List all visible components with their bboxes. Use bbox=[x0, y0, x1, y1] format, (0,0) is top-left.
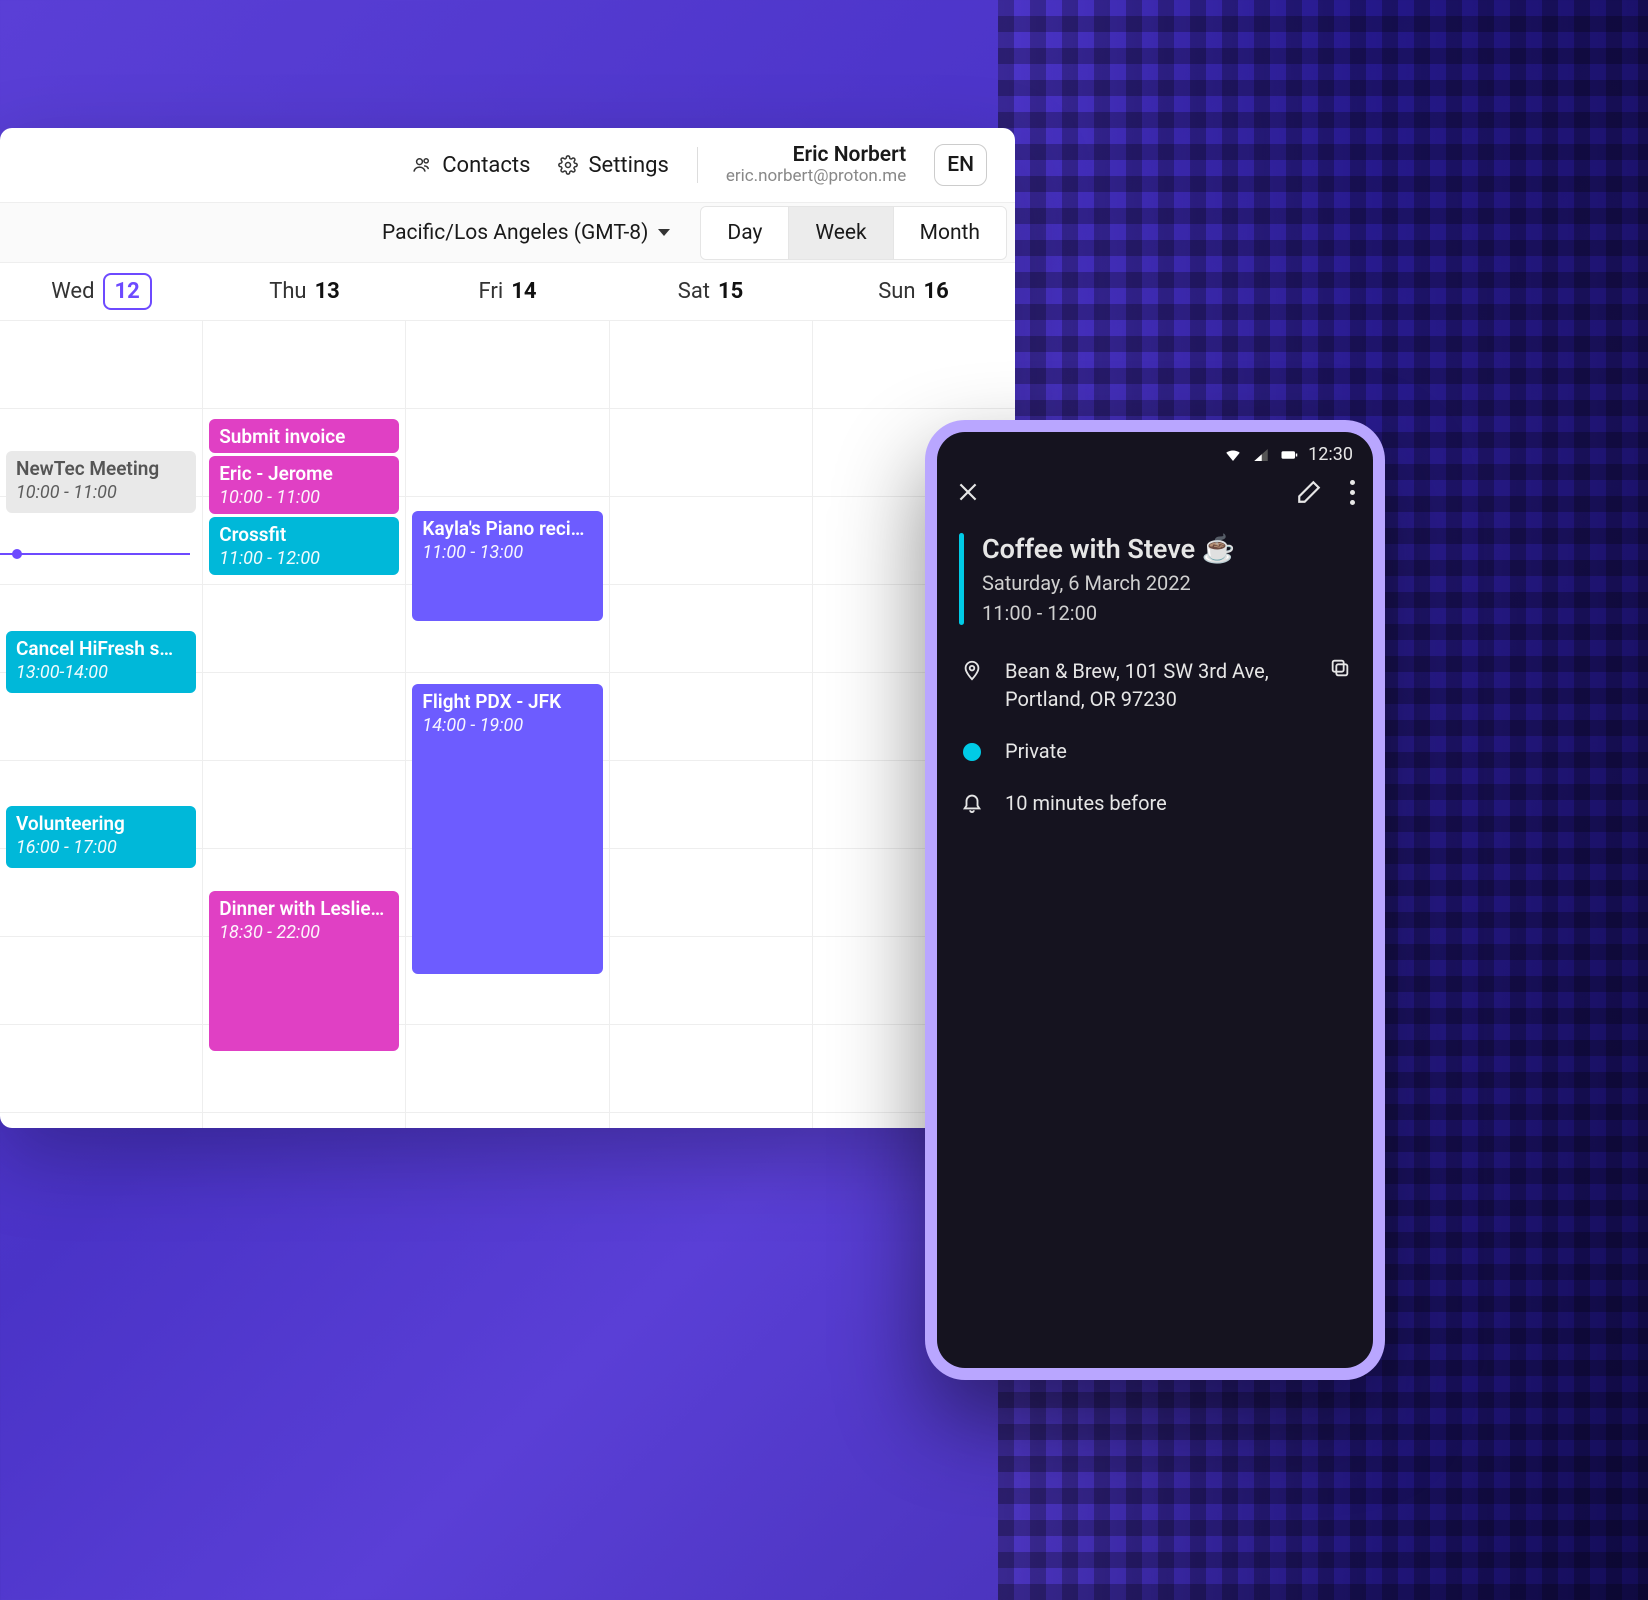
toolbar: Pacific/Los Angeles (GMT-8) Day Week Mon… bbox=[0, 203, 1015, 263]
visibility-dot-icon bbox=[963, 743, 981, 761]
wifi-icon bbox=[1224, 446, 1242, 464]
event-newtec[interactable]: NewTec Meeting 10:00 - 11:00 bbox=[6, 451, 196, 513]
calendar-grid[interactable]: NewTec Meeting 10:00 - 11:00 Cancel HiFr… bbox=[0, 321, 1015, 1128]
event-volunteering[interactable]: Volunteering 16:00 - 17:00 bbox=[6, 806, 196, 868]
event-dinner[interactable]: Dinner with Leslie… 18:30 - 22:00 bbox=[209, 891, 399, 1051]
view-week[interactable]: Week bbox=[788, 207, 892, 259]
user-name: Eric Norbert bbox=[726, 144, 906, 167]
timezone-label: Pacific/Los Angeles (GMT-8) bbox=[382, 221, 648, 245]
phone-status-bar: 12:30 bbox=[937, 432, 1373, 471]
status-time: 12:30 bbox=[1308, 444, 1353, 465]
contacts-icon bbox=[412, 155, 432, 175]
user-block[interactable]: Eric Norbert eric.norbert@proton.me bbox=[726, 144, 906, 186]
top-bar: Contacts Settings Eric Norbert eric.norb… bbox=[0, 128, 1015, 203]
phone-event-date: Saturday, 6 March 2022 bbox=[982, 571, 1236, 595]
close-icon[interactable] bbox=[955, 479, 981, 505]
day-header-sun[interactable]: Sun 16 bbox=[812, 279, 1015, 304]
event-flight[interactable]: Flight PDX - JFK 14:00 - 19:00 bbox=[412, 684, 602, 974]
phone-reminder-text: 10 minutes before bbox=[1005, 789, 1351, 817]
day-header-wed[interactable]: Wed 12 bbox=[0, 273, 203, 310]
phone-device: 12:30 Coffee with Steve ☕ Saturday, 6 Ma… bbox=[925, 420, 1385, 1380]
signal-icon bbox=[1252, 446, 1270, 464]
event-crossfit[interactable]: Crossfit 11:00 - 12:00 bbox=[209, 517, 399, 575]
phone-visibility-text: Private bbox=[1005, 737, 1351, 765]
phone-event-header: Coffee with Steve ☕ Saturday, 6 March 20… bbox=[937, 523, 1373, 645]
phone-event-title: Coffee with Steve ☕ bbox=[982, 533, 1236, 565]
contacts-label: Contacts bbox=[442, 153, 530, 178]
view-tabs: Day Week Month bbox=[700, 206, 1007, 260]
copy-location-button[interactable] bbox=[1329, 657, 1351, 684]
phone-screen: 12:30 Coffee with Steve ☕ Saturday, 6 Ma… bbox=[937, 432, 1373, 1368]
view-day[interactable]: Day bbox=[701, 207, 788, 259]
event-accent-bar bbox=[959, 533, 964, 625]
divider bbox=[697, 147, 698, 183]
event-submit-invoice[interactable]: Submit invoice bbox=[209, 419, 399, 453]
phone-reminder-row: 10 minutes before bbox=[937, 777, 1373, 829]
location-icon bbox=[959, 657, 985, 681]
day-header-row: Wed 12 Thu 13 Fri 14 Sat 15 Sun 16 bbox=[0, 263, 1015, 321]
bell-icon bbox=[959, 789, 985, 813]
phone-visibility-row: Private bbox=[937, 725, 1373, 777]
day-header-fri[interactable]: Fri 14 bbox=[406, 279, 609, 304]
day-header-thu[interactable]: Thu 13 bbox=[203, 279, 406, 304]
event-piano[interactable]: Kayla's Piano reci… 11:00 - 13:00 bbox=[412, 511, 602, 621]
edit-icon[interactable] bbox=[1296, 479, 1322, 505]
col-wed: NewTec Meeting 10:00 - 11:00 Cancel HiFr… bbox=[0, 321, 202, 1128]
col-fri: Kayla's Piano reci… 11:00 - 13:00 Flight… bbox=[405, 321, 608, 1128]
contacts-link[interactable]: Contacts bbox=[412, 153, 530, 178]
gear-icon bbox=[558, 155, 578, 175]
chevron-down-icon bbox=[658, 229, 670, 236]
battery-icon bbox=[1280, 446, 1298, 464]
settings-label: Settings bbox=[588, 153, 668, 178]
view-month[interactable]: Month bbox=[893, 207, 1006, 259]
calendar-app: Contacts Settings Eric Norbert eric.norb… bbox=[0, 128, 1015, 1128]
settings-link[interactable]: Settings bbox=[558, 153, 668, 178]
timezone-selector[interactable]: Pacific/Los Angeles (GMT-8) bbox=[360, 221, 692, 245]
col-sat bbox=[609, 321, 812, 1128]
phone-location-text: Bean & Brew, 101 SW 3rd Ave, Portland, O… bbox=[1005, 657, 1309, 713]
col-thu: Submit invoice Eric - Jerome 10:00 - 11:… bbox=[202, 321, 405, 1128]
event-cancel[interactable]: Cancel HiFresh s… 13:00-14:00 bbox=[6, 631, 196, 693]
day-header-sat[interactable]: Sat 15 bbox=[609, 279, 812, 304]
phone-app-bar bbox=[937, 471, 1373, 523]
language-selector[interactable]: EN bbox=[934, 144, 987, 186]
user-email: eric.norbert@proton.me bbox=[726, 167, 906, 186]
phone-event-time: 11:00 - 12:00 bbox=[982, 601, 1236, 625]
event-eric-jerome[interactable]: Eric - Jerome 10:00 - 11:00 bbox=[209, 456, 399, 514]
phone-location-row: Bean & Brew, 101 SW 3rd Ave, Portland, O… bbox=[937, 645, 1373, 725]
more-icon[interactable] bbox=[1350, 480, 1355, 505]
